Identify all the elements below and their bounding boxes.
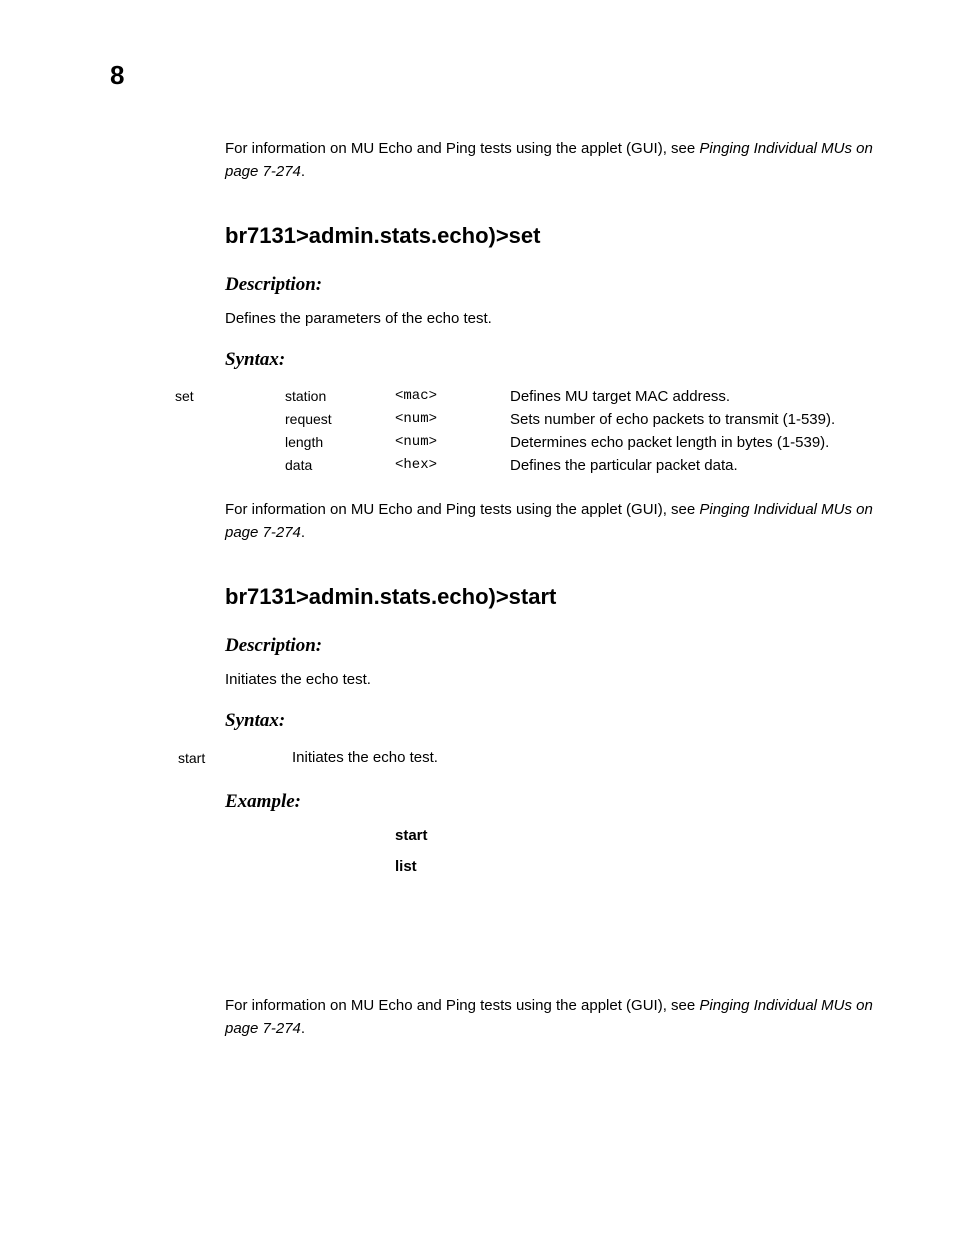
page-number: 8: [110, 60, 124, 91]
page-content: For information on MU Echo and Ping test…: [175, 138, 875, 1080]
start-heading: br7131>admin.stats.echo)>start: [225, 584, 875, 610]
set-syntax-table: set station <mac> Defines MU target MAC …: [175, 385, 835, 477]
example-block: start list: [395, 827, 875, 875]
start-example-label: Example:: [225, 791, 875, 813]
example-line: start: [395, 827, 875, 844]
table-row: length <num> Determines echo packet leng…: [175, 431, 835, 454]
syntax-cmd: set: [175, 385, 285, 408]
syntax-arg: <mac>: [395, 385, 510, 408]
start-description-label: Description:: [225, 635, 875, 657]
info-text: For information on MU Echo and Ping test…: [225, 501, 699, 518]
info-paragraph-bottom: For information on MU Echo and Ping test…: [225, 995, 875, 1040]
table-row: data <hex> Defines the particular packet…: [175, 454, 835, 477]
syntax-desc: Defines MU target MAC address.: [510, 385, 835, 408]
syntax-arg: <num>: [395, 408, 510, 431]
table-row: start Initiates the echo test.: [177, 748, 439, 767]
info-suffix: .: [301, 524, 305, 541]
info-suffix: .: [301, 163, 305, 180]
syntax-param: station: [285, 385, 395, 408]
table-row: request <num> Sets number of echo packet…: [175, 408, 835, 431]
info-suffix: .: [301, 1020, 305, 1037]
start-syntax-label: Syntax:: [225, 710, 875, 732]
set-description-text: Defines the parameters of the echo test.: [225, 310, 875, 327]
syntax-arg: <hex>: [395, 454, 510, 477]
syntax-param: data: [285, 454, 395, 477]
start-syntax-table: start Initiates the echo test.: [175, 746, 441, 769]
info-text: For information on MU Echo and Ping test…: [225, 140, 699, 157]
syntax-cmd: start: [177, 748, 289, 767]
syntax-param: length: [285, 431, 395, 454]
syntax-desc: Defines the particular packet data.: [510, 454, 835, 477]
info-paragraph-set: For information on MU Echo and Ping test…: [225, 499, 875, 544]
syntax-arg: <num>: [395, 431, 510, 454]
set-syntax-label: Syntax:: [225, 349, 875, 371]
syntax-desc: Determines echo packet length in bytes (…: [510, 431, 835, 454]
info-text: For information on MU Echo and Ping test…: [225, 997, 699, 1014]
info-paragraph-top: For information on MU Echo and Ping test…: [225, 138, 875, 183]
start-description-text: Initiates the echo test.: [225, 671, 875, 688]
table-row: set station <mac> Defines MU target MAC …: [175, 385, 835, 408]
syntax-desc: Initiates the echo test.: [291, 748, 439, 767]
set-description-label: Description:: [225, 274, 875, 296]
syntax-param: request: [285, 408, 395, 431]
set-heading: br7131>admin.stats.echo)>set: [225, 223, 875, 249]
example-line: list: [395, 858, 875, 875]
syntax-desc: Sets number of echo packets to transmit …: [510, 408, 835, 431]
